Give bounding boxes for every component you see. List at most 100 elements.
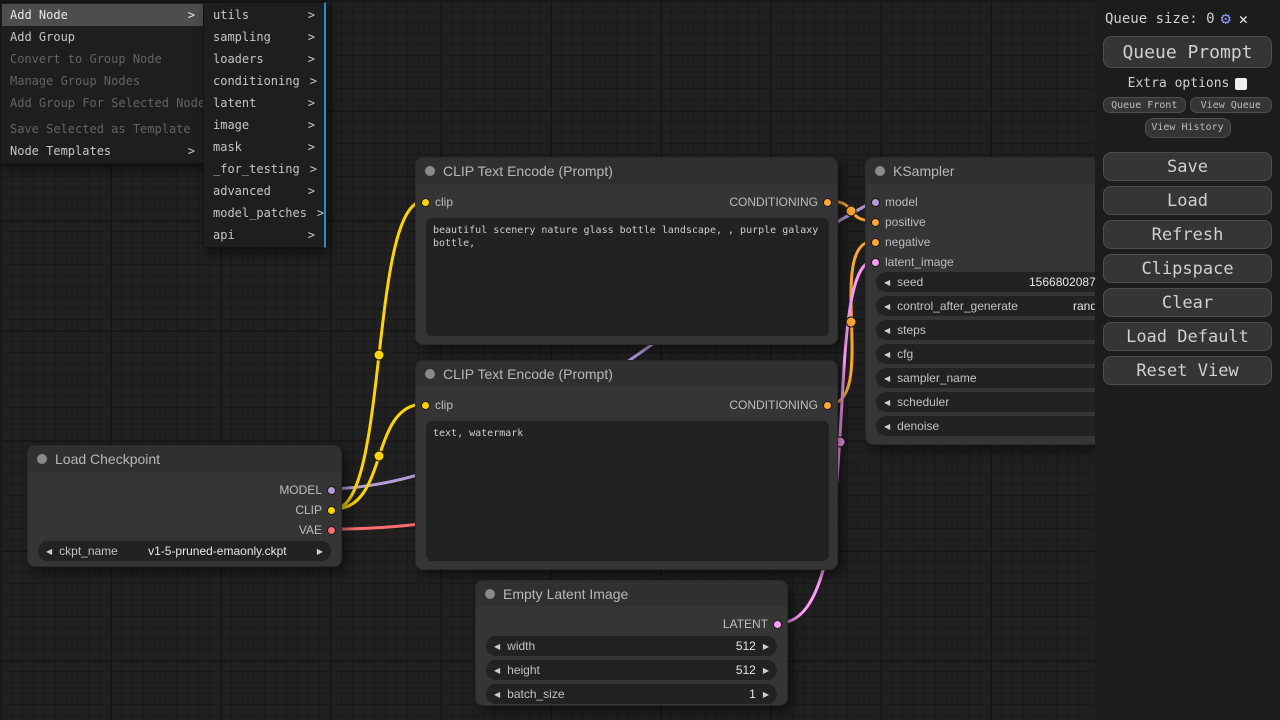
collapse-dot-icon[interactable]	[875, 166, 885, 176]
decrement-arrow-icon[interactable]: ◀	[884, 374, 890, 383]
input-port-clip[interactable]	[421, 198, 430, 207]
submenu-arrow-icon: >	[188, 4, 195, 26]
collapse-dot-icon[interactable]	[37, 454, 47, 464]
input-port-clip[interactable]	[421, 401, 430, 410]
prompt-textarea[interactable]: beautiful scenery nature glass bottle la…	[426, 218, 829, 336]
submenu-arrow-icon: >	[308, 224, 315, 246]
submenu-arrow-icon: >	[308, 180, 315, 202]
input-label: clip	[435, 398, 453, 412]
output-port-conditioning[interactable]	[823, 198, 832, 207]
submenu-item-loaders[interactable]: loaders >	[205, 48, 323, 70]
menu-item-add-group-for-selected-nodes: Add Group For Selected Nodes	[2, 92, 203, 114]
refresh-button[interactable]: Refresh	[1103, 220, 1272, 249]
increment-arrow-icon[interactable]: ▶	[763, 642, 769, 651]
menu-item-label: advanced	[213, 180, 271, 202]
node-clip-text-encode-positive[interactable]: CLIP Text Encode (Prompt) clip CONDITION…	[415, 157, 838, 345]
comfyui-workspace: CLIP Text Encode (Prompt) clip CONDITION…	[0, 0, 1280, 720]
menu-item-label: image	[213, 114, 249, 136]
decrement-arrow-icon[interactable]: ◀	[884, 302, 890, 311]
increment-arrow-icon[interactable]: ▶	[763, 666, 769, 675]
input-port-negative[interactable]	[871, 238, 880, 247]
node-clip-text-encode-negative[interactable]: CLIP Text Encode (Prompt) clip CONDITION…	[415, 360, 838, 570]
widget-group: ◀ width 512 ▶ ◀ height 512 ▶ ◀ batch_siz…	[486, 636, 777, 708]
queue-size-label: Queue size: 0	[1105, 11, 1215, 27]
menu-item-label: loaders	[213, 48, 264, 70]
menu-buttons-group: Save Load Refresh Clipspace Clear Load D…	[1103, 152, 1272, 385]
widget-batch-size[interactable]: ◀ batch_size 1 ▶	[486, 684, 777, 704]
extra-options-row: Extra options	[1103, 76, 1272, 91]
node-empty-latent-image[interactable]: Empty Latent Image LATENT ◀ width 512 ▶ …	[475, 580, 788, 706]
widget-value: 1566802087	[1029, 275, 1096, 289]
prev-arrow-icon[interactable]: ◀	[46, 547, 52, 556]
node-graph-canvas[interactable]: CLIP Text Encode (Prompt) clip CONDITION…	[0, 0, 1280, 720]
load-button[interactable]: Load	[1103, 186, 1272, 215]
extra-options-checkbox[interactable]	[1235, 78, 1247, 90]
menu-item-add-group[interactable]: Add Group	[2, 26, 203, 48]
decrement-arrow-icon[interactable]: ◀	[884, 398, 890, 407]
save-button[interactable]: Save	[1103, 152, 1272, 181]
submenu-item-latent[interactable]: latent >	[205, 92, 323, 114]
submenu-item-sampling[interactable]: sampling >	[205, 26, 323, 48]
node-title-bar[interactable]: Load Checkpoint	[28, 446, 341, 472]
close-icon[interactable]: ✕	[1239, 10, 1248, 28]
menu-item-label: Convert to Group Node	[10, 48, 162, 70]
load-default-button[interactable]: Load Default	[1103, 322, 1272, 351]
submenu-item-model-patches[interactable]: model_patches >	[205, 202, 323, 224]
submenu-item-image[interactable]: image >	[205, 114, 323, 136]
output-port-conditioning[interactable]	[823, 401, 832, 410]
output-port-clip[interactable]	[327, 506, 336, 515]
prompt-textarea[interactable]: text, watermark	[426, 421, 829, 561]
output-port-vae[interactable]	[327, 526, 336, 535]
node-load-checkpoint[interactable]: Load Checkpoint MODEL CLIP VAE ◀ ckpt_na…	[27, 445, 342, 567]
reset-view-button[interactable]: Reset View	[1103, 356, 1272, 385]
output-port-latent[interactable]	[773, 620, 782, 629]
decrement-arrow-icon[interactable]: ◀	[494, 642, 500, 651]
node-title-bar[interactable]: CLIP Text Encode (Prompt)	[416, 361, 837, 387]
input-port-positive[interactable]	[871, 218, 880, 227]
submenu-item-api[interactable]: api >	[205, 224, 323, 246]
settings-gear-icon[interactable]: ⚙	[1221, 12, 1231, 26]
decrement-arrow-icon[interactable]: ◀	[884, 422, 890, 431]
queue-prompt-button[interactable]: Queue Prompt	[1103, 36, 1272, 68]
widget-width[interactable]: ◀ width 512 ▶	[486, 636, 777, 656]
collapse-dot-icon[interactable]	[425, 369, 435, 379]
clear-button[interactable]: Clear	[1103, 288, 1272, 317]
submenu-item-for-testing[interactable]: _for_testing >	[205, 158, 323, 180]
decrement-arrow-icon[interactable]: ◀	[884, 326, 890, 335]
node-title: Load Checkpoint	[55, 451, 160, 467]
output-port-model[interactable]	[327, 486, 336, 495]
input-port-latent-image[interactable]	[871, 258, 880, 267]
submenu-item-mask[interactable]: mask >	[205, 136, 323, 158]
submenu-item-conditioning[interactable]: conditioning >	[205, 70, 323, 92]
decrement-arrow-icon[interactable]: ◀	[494, 666, 500, 675]
submenu-item-utils[interactable]: utils >	[205, 4, 323, 26]
increment-arrow-icon[interactable]: ▶	[763, 690, 769, 699]
output-label: LATENT	[723, 617, 768, 631]
menu-item-label: api	[213, 224, 235, 246]
node-title-bar[interactable]: CLIP Text Encode (Prompt)	[416, 158, 837, 184]
decrement-arrow-icon[interactable]: ◀	[884, 350, 890, 359]
next-arrow-icon[interactable]: ▶	[317, 547, 323, 556]
input-label: clip	[435, 195, 453, 209]
submenu-item-advanced[interactable]: advanced >	[205, 180, 323, 202]
input-label: latent_image	[885, 255, 954, 269]
decrement-arrow-icon[interactable]: ◀	[884, 278, 890, 287]
submenu-arrow-icon: >	[308, 4, 315, 26]
decrement-arrow-icon[interactable]: ◀	[494, 690, 500, 699]
widget-height[interactable]: ◀ height 512 ▶	[486, 660, 777, 680]
clipspace-button[interactable]: Clipspace	[1103, 254, 1272, 283]
collapse-dot-icon[interactable]	[485, 589, 495, 599]
view-history-button[interactable]: View History	[1145, 118, 1231, 138]
wire-clip-2	[334, 404, 424, 509]
menu-item-add-node[interactable]: Add Node >	[2, 4, 203, 26]
widget-ckpt-name[interactable]: ◀ ckpt_name v1-5-pruned-emaonly.ckpt ▶	[38, 541, 331, 561]
menu-item-node-templates[interactable]: Node Templates >	[2, 140, 203, 162]
collapse-dot-icon[interactable]	[425, 166, 435, 176]
menu-item-label: Add Group	[10, 26, 75, 48]
submenu-arrow-icon: >	[308, 114, 315, 136]
wire-clip-1	[334, 201, 424, 509]
view-queue-button[interactable]: View Queue	[1190, 97, 1273, 113]
input-port-model[interactable]	[871, 198, 880, 207]
queue-front-button[interactable]: Queue Front	[1103, 97, 1186, 113]
node-title-bar[interactable]: Empty Latent Image	[476, 581, 787, 607]
